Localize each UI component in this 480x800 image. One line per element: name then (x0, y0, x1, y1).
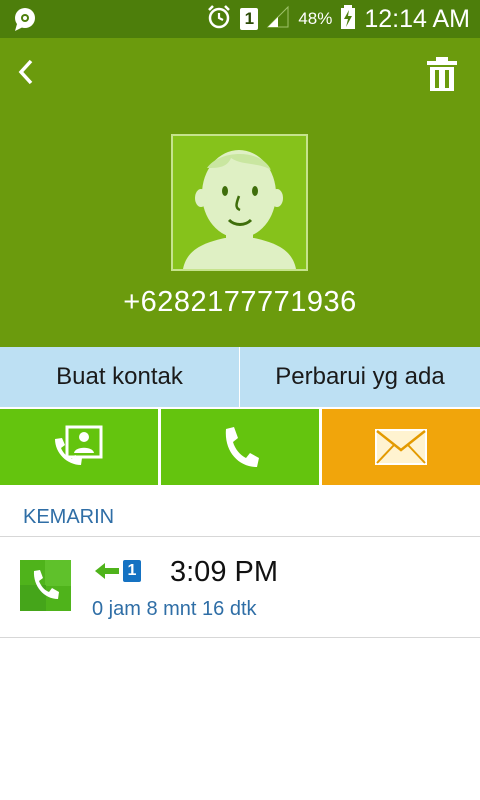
phone-icon (20, 560, 71, 611)
phone-number: +6282177771936 (123, 286, 357, 318)
delete-button[interactable] (422, 52, 462, 96)
create-contact-button[interactable]: Buat kontak (0, 347, 239, 407)
quick-actions (0, 409, 480, 485)
clock: 12:14 AM (364, 4, 470, 33)
call-time: 3:09 PM (170, 556, 278, 588)
envelope-icon (375, 429, 427, 465)
back-button[interactable] (8, 52, 44, 92)
call-log-item[interactable]: 1 3:09 PM 0 jam 8 mnt 16 dtk (0, 538, 480, 638)
call-button[interactable] (161, 409, 319, 485)
person-placeholder-icon (183, 150, 296, 269)
battery-charging-icon (340, 4, 356, 35)
sim-slot-badge: 1 (123, 560, 141, 582)
phone-icon (225, 427, 259, 467)
status-bar: 1 48% 12:14 AM (0, 0, 480, 38)
call-type-icon (20, 560, 71, 611)
avatar (171, 134, 308, 271)
trash-icon (427, 57, 457, 91)
incoming-arrow-icon (95, 563, 119, 579)
call-duration: 0 jam 8 mnt 16 dtk (92, 598, 257, 620)
sim-icon: 1 (240, 8, 259, 30)
battery-percent: 48% (298, 9, 333, 28)
contact-card-phone-icon (55, 425, 103, 465)
update-existing-button[interactable]: Perbarui yg ada (240, 347, 480, 407)
section-header: KEMARIN (0, 497, 480, 537)
contact-header: +6282177771936 (0, 38, 480, 347)
chevron-left-icon (18, 59, 33, 85)
message-button[interactable] (322, 409, 480, 485)
chat-bubble-icon (12, 6, 38, 37)
signal-icon (266, 5, 290, 34)
call-direction: 1 (94, 560, 141, 582)
section-label: KEMARIN (23, 506, 115, 528)
contacts-button[interactable] (0, 409, 158, 485)
alarm-icon (206, 4, 232, 35)
contact-actions: Buat kontak Perbarui yg ada (0, 347, 480, 407)
